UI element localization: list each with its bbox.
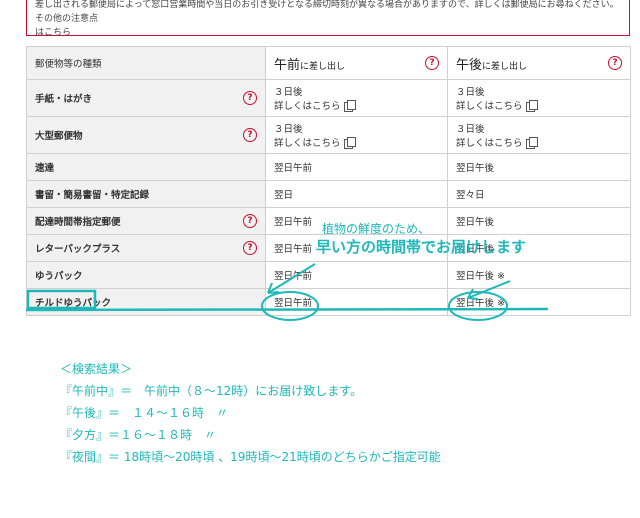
results-heading: ＜検索結果＞	[60, 362, 133, 376]
details-link[interactable]: 詳しくはこちら	[456, 101, 523, 112]
question-circle-icon[interactable]: ?	[243, 214, 257, 228]
header-pm: 午後に差し出し ?	[447, 46, 631, 80]
table-row: 手紙・はがき ? ３日後 詳しくはこちら ３日後 詳しくはこちら	[26, 79, 631, 117]
document-copy-icon	[343, 99, 356, 112]
row-type-cell: ゆうパック	[26, 261, 266, 289]
am-cell: ３日後 詳しくはこちら	[265, 79, 448, 117]
row-type-cell: 大型郵便物 ?	[26, 116, 266, 154]
row-type-label: 速達	[35, 163, 55, 174]
am-value: ３日後	[274, 87, 303, 98]
header-type: 郵便物等の種類	[26, 46, 266, 80]
header-am-sub: に差し出し	[300, 61, 346, 72]
row-type-label: 大型郵便物	[35, 131, 83, 142]
results-line: 『夜間』＝ 18時頃～20時頃 、19時頃～21時頃のどちらかご指定可能	[60, 450, 441, 464]
pm-value: ３日後	[456, 87, 485, 98]
search-results: ＜検索結果＞ 『午前中』＝ 午前中（８～12時）にお届け致します。 『午後』＝ …	[60, 358, 441, 468]
details-link[interactable]: 詳しくはこちら	[274, 101, 341, 112]
row-type-label: 配達時間帯指定郵便	[35, 217, 121, 228]
header-pm-sub: に差し出し	[482, 61, 528, 72]
document-copy-icon	[525, 99, 538, 112]
results-line: 『午後』＝ １４～１６時 〃	[60, 406, 229, 420]
notice-link[interactable]: はこちら	[35, 26, 621, 40]
header-am: 午前に差し出し ?	[265, 46, 448, 80]
pm-value: 翌々日	[447, 180, 631, 208]
document-copy-icon	[343, 136, 356, 149]
row-type-cell: レターパックプラス ?	[26, 234, 266, 262]
results-line: 『夕方』＝１６～１８時 〃	[60, 428, 217, 442]
am-value: 翌日午前	[265, 288, 448, 316]
am-value: 翌日	[265, 180, 448, 208]
annotation-line1: 植物の鮮度のため、	[322, 222, 431, 236]
row-type-label: チルドゆうパック	[35, 298, 112, 309]
details-link[interactable]: 詳しくはこちら	[456, 138, 523, 149]
annotation-line2: 早い方の時間帯でお届けします	[316, 238, 527, 256]
row-type-label: 手紙・はがき	[35, 94, 93, 105]
question-circle-icon[interactable]: ?	[243, 91, 257, 105]
header-am-main: 午前	[274, 57, 301, 73]
row-type-cell: 書留・簡易書留・特定記録	[26, 180, 266, 208]
row-type-label: 書留・簡易書留・特定記録	[35, 190, 150, 201]
question-circle-icon[interactable]: ?	[243, 241, 257, 255]
am-cell: ３日後 詳しくはこちら	[265, 116, 448, 154]
pm-value: 翌日午後 ※	[447, 288, 631, 316]
row-type-cell: 速達	[26, 153, 266, 181]
table-row: ゆうパック 翌日午前 翌日午後 ※	[26, 261, 631, 289]
row-type-cell: チルドゆうパック	[26, 288, 266, 316]
details-link[interactable]: 詳しくはこちら	[274, 138, 341, 149]
table-row: 速達 翌日午前 翌日午後	[26, 153, 631, 181]
pm-value: 翌日午後	[447, 207, 631, 235]
pm-cell: ３日後 詳しくはこちら	[447, 116, 631, 154]
results-line: 『午前中』＝ 午前中（８～12時）にお届け致します。	[60, 384, 363, 398]
row-type-label: レターパックプラス	[35, 244, 121, 255]
table-header-row: 郵便物等の種類 午前に差し出し ? 午後に差し出し ?	[26, 46, 631, 80]
document-copy-icon	[525, 136, 538, 149]
row-type-cell: 手紙・はがき ?	[26, 79, 266, 117]
table-row: 大型郵便物 ? ３日後 詳しくはこちら ３日後 詳しくはこちら	[26, 116, 631, 154]
table-row: 書留・簡易書留・特定記録 翌日 翌々日	[26, 180, 631, 208]
question-circle-icon[interactable]: ?	[243, 128, 257, 142]
notice-box: 差し出される郵便局によって窓口営業時間や当日のお引き受けとなる締切時刻が異なる場…	[26, 0, 630, 38]
table-row: チルドゆうパック 翌日午前 翌日午後 ※	[26, 288, 631, 316]
pm-cell: ３日後 詳しくはこちら	[447, 79, 631, 117]
question-circle-icon[interactable]: ?	[425, 56, 439, 70]
notice-text-line1: 差し出される郵便局によって窓口営業時間や当日のお引き受けとなる締切時刻が異なる場…	[35, 0, 619, 24]
row-type-label: ゆうパック	[35, 271, 83, 282]
pm-value: 翌日午後	[447, 153, 631, 181]
delivery-table: 郵便物等の種類 午前に差し出し ? 午後に差し出し ? 手紙・はがき ? ３日後…	[26, 46, 631, 316]
am-value: 翌日午前	[265, 261, 448, 289]
question-circle-icon[interactable]: ?	[608, 56, 622, 70]
header-pm-main: 午後	[456, 57, 483, 73]
pm-value: 翌日午後 ※	[447, 261, 631, 289]
row-type-cell: 配達時間帯指定郵便 ?	[26, 207, 266, 235]
am-value: ３日後	[274, 124, 303, 135]
pm-value: ３日後	[456, 124, 485, 135]
am-value: 翌日午前	[265, 153, 448, 181]
